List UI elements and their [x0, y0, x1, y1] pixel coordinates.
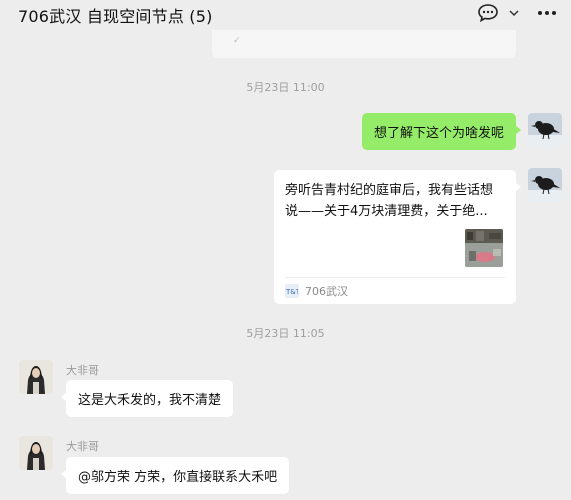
timestamp: 5月23日 11:00	[246, 81, 325, 94]
link-card-desc-line: 说——关于4万块清理费，关于绝...	[285, 204, 488, 219]
avatar-self[interactable]	[528, 113, 562, 147]
official-account-icon: T&T	[285, 284, 299, 298]
sender-name: 大非哥	[66, 364, 99, 377]
previous-card-mark: ✓	[233, 36, 241, 46]
more-icon[interactable]	[537, 10, 557, 16]
link-card[interactable]: 旁听告青村纪的庭审后，我有些话想 说——关于4万块清理费，关于绝... T&T	[274, 170, 521, 304]
link-card-desc: 旁听告青村纪的庭审后，我有些话想 说——关于4万块清理费，关于绝...	[285, 180, 509, 222]
avatar-contact[interactable]	[19, 360, 53, 394]
chat-header: 706武汉 自现空间节点 (5)	[0, 0, 571, 30]
link-card-source: T&T 706武汉	[285, 283, 348, 299]
link-card-source-name: 706武汉	[305, 285, 348, 298]
message-bubble-other[interactable]: 这是大禾发的，我不清楚	[60, 380, 234, 417]
message-list[interactable]: ✓ 5月23日 11:00 想了解下这个为啥发呢 旁听告青村纪的庭审后，我有些话…	[0, 30, 571, 500]
svg-text:T&T: T&T	[286, 288, 298, 296]
link-card-divider	[285, 277, 505, 278]
message-bubble-self[interactable]: 想了解下这个为啥发呢	[361, 113, 522, 150]
chat-title: 706武汉 自现空间节点 (5)	[18, 7, 213, 26]
link-card-desc-line: 旁听告青村纪的庭审后，我有些话想	[285, 183, 494, 198]
previous-message-card[interactable]: ✓	[212, 30, 516, 58]
sender-name: 大非哥	[66, 440, 99, 453]
message-bubble-other[interactable]: @邬方荣 方荣，你直接联系大禾吧	[60, 457, 290, 494]
chevron-down-icon[interactable]	[509, 9, 519, 17]
header-actions	[477, 3, 557, 23]
timestamp: 5月23日 11:05	[246, 327, 325, 340]
avatar-contact[interactable]	[19, 436, 53, 470]
avatar-self[interactable]	[528, 168, 562, 202]
chat-bubble-icon[interactable]	[477, 3, 499, 23]
link-card-thumbnail	[465, 229, 503, 267]
